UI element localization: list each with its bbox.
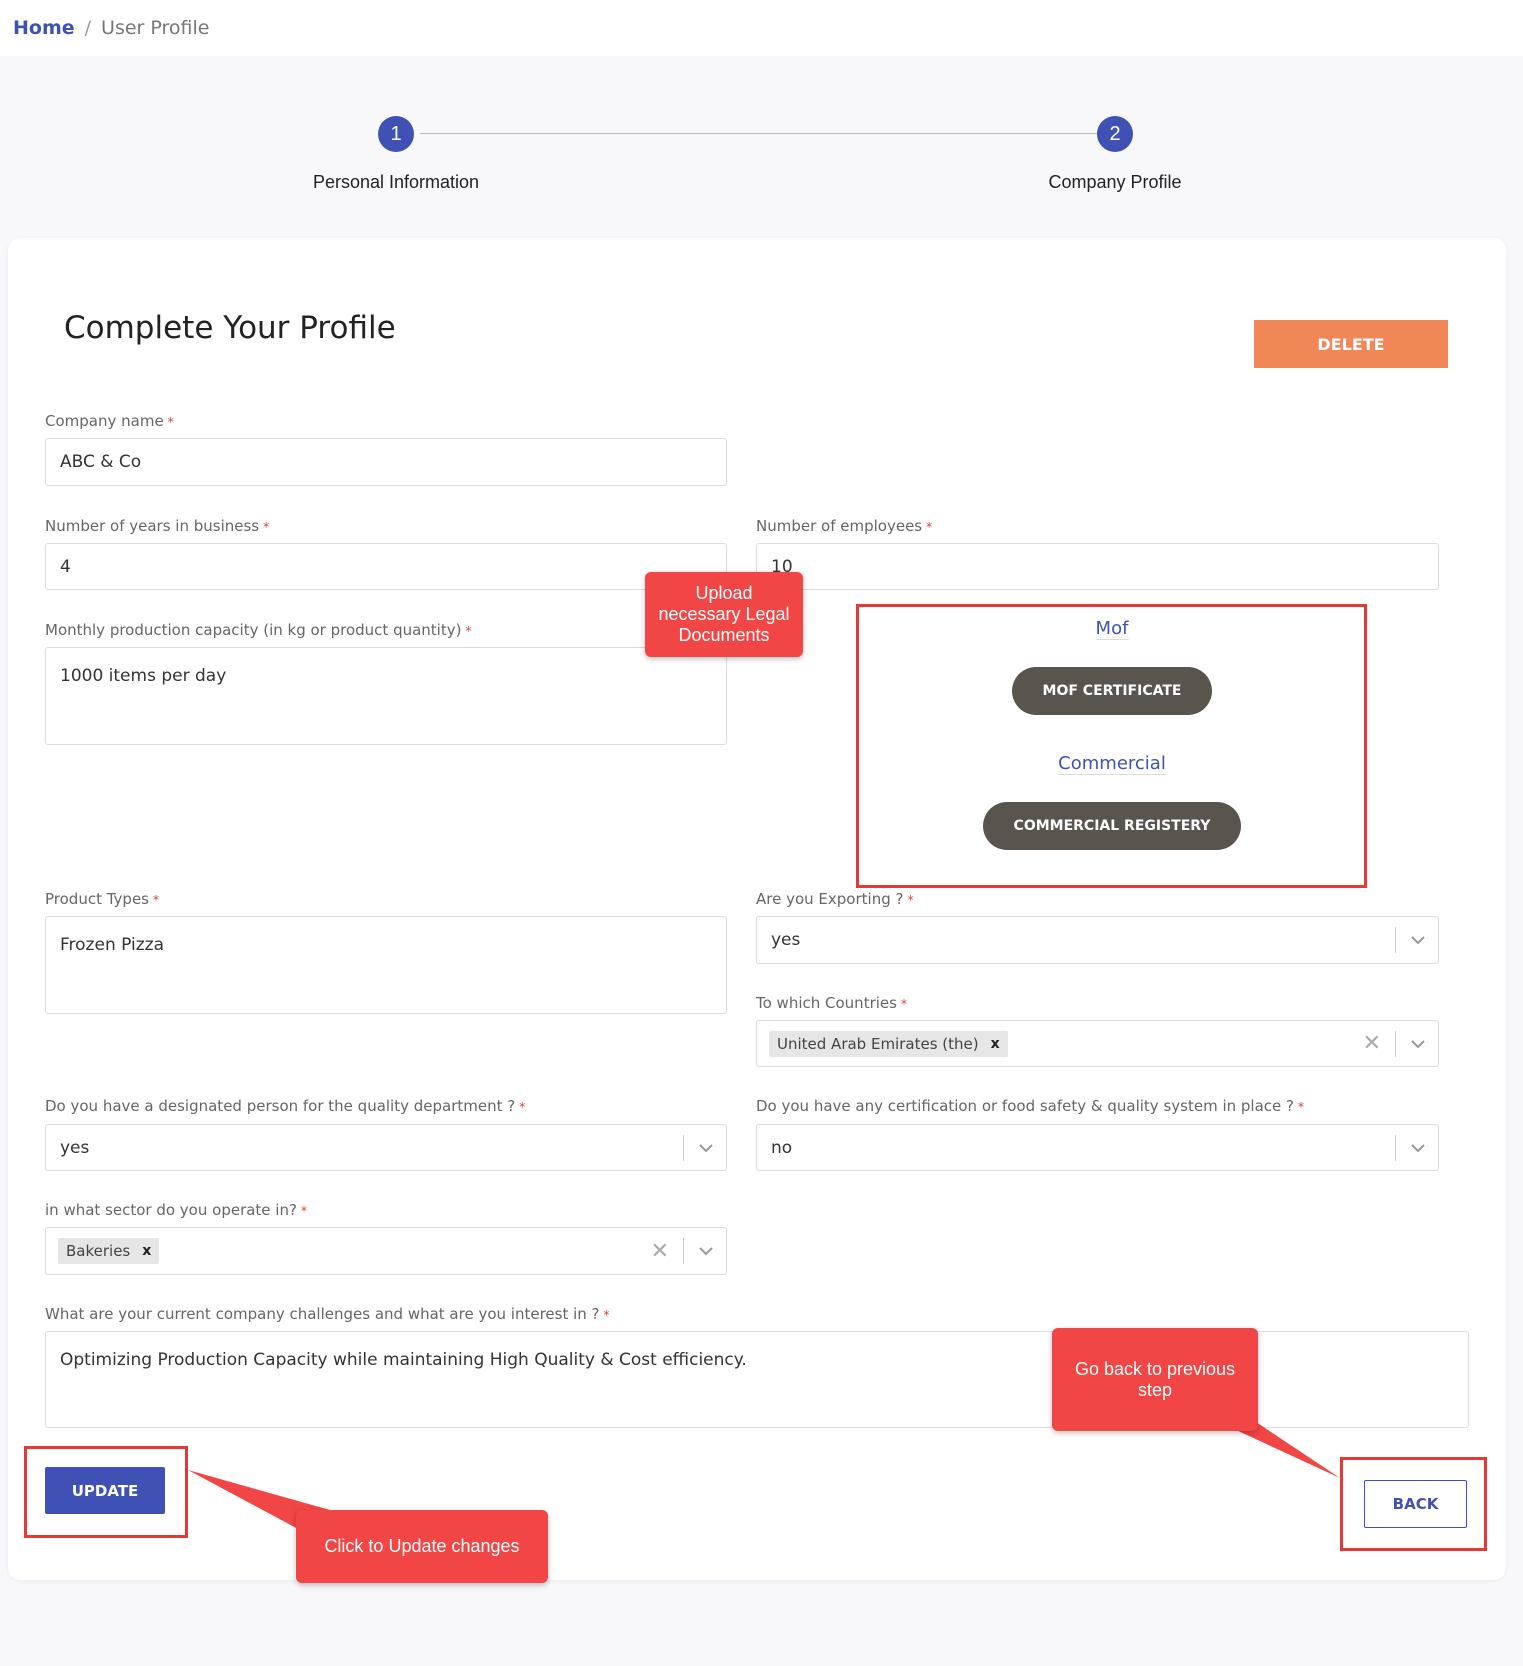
years-in-business-input[interactable]: 4 xyxy=(45,543,727,590)
years-in-business-label: Number of years in business * xyxy=(45,517,269,535)
step-1-label: Personal Information xyxy=(312,172,480,192)
required-mark: * xyxy=(465,624,472,638)
breadcrumb: Home / User Profile xyxy=(13,17,209,39)
certification-label: Do you have any certification or food sa… xyxy=(756,1097,1304,1115)
commercial-registery-button[interactable]: COMMERCIAL REGISTERY xyxy=(983,802,1241,850)
go-back-callout: Go back to previous step xyxy=(1052,1328,1258,1431)
required-mark: * xyxy=(926,520,933,534)
breadcrumb-separator: / xyxy=(84,17,92,39)
company-name-label-text: Company name xyxy=(45,412,164,430)
delete-button[interactable]: DELETE xyxy=(1254,320,1448,368)
capacity-label: Monthly production capacity (in kg or pr… xyxy=(45,621,471,639)
top-bar: Home / User Profile xyxy=(0,0,1523,56)
quality-person-label-text: Do you have a designated person for the … xyxy=(45,1097,516,1115)
product-types-label: Product Types * xyxy=(45,890,159,908)
quality-person-select-value: yes xyxy=(60,1137,90,1158)
commercial-document-link[interactable]: Commercial xyxy=(1058,753,1166,775)
back-button[interactable]: BACK xyxy=(1364,1480,1467,1528)
step-2-label: Company Profile xyxy=(1048,172,1182,192)
employees-label: Number of employees * xyxy=(756,517,932,535)
clear-icon[interactable]: ✕ xyxy=(1363,1031,1381,1056)
exporting-select-value: yes xyxy=(771,930,801,950)
page-title: Complete Your Profile xyxy=(64,310,396,346)
quality-person-select[interactable]: yes xyxy=(45,1124,727,1171)
required-mark: * xyxy=(900,997,907,1011)
product-types-label-text: Product Types xyxy=(45,890,149,908)
sector-chip-label: Bakeries xyxy=(66,1242,131,1260)
chip-remove-icon[interactable]: x xyxy=(991,1036,1000,1052)
sector-label-text: in what sector do you operate in? xyxy=(45,1201,297,1219)
country-chip-label: United Arab Emirates (the) xyxy=(777,1034,979,1053)
challenges-label: What are your current company challenges… xyxy=(45,1305,610,1323)
chip-remove-icon[interactable]: x xyxy=(142,1243,151,1259)
challenges-label-text: What are your current company challenges… xyxy=(45,1305,600,1323)
capacity-textarea[interactable]: 1000 items per day xyxy=(45,647,727,745)
breadcrumb-home-link[interactable]: Home xyxy=(13,17,75,39)
quality-person-label: Do you have a designated person for the … xyxy=(45,1097,525,1115)
sector-label: in what sector do you operate in? * xyxy=(45,1201,307,1219)
required-mark: * xyxy=(1297,1100,1304,1114)
countries-label-text: To which Countries xyxy=(756,994,897,1012)
breadcrumb-current: User Profile xyxy=(101,17,210,39)
step-2-circle[interactable]: 2 xyxy=(1097,116,1133,152)
required-mark: * xyxy=(603,1308,610,1322)
company-name-input[interactable]: ABC & Co xyxy=(45,438,727,486)
countries-label: To which Countries * xyxy=(756,994,907,1012)
exporting-label-text: Are you Exporting ? xyxy=(756,890,904,908)
stepper: 1 Personal Information 2 Company Profile xyxy=(0,100,1523,220)
required-mark: * xyxy=(167,415,174,429)
chevron-down-icon[interactable] xyxy=(1408,1034,1428,1054)
required-mark: * xyxy=(907,893,914,907)
required-mark: * xyxy=(263,520,270,534)
certification-select[interactable]: no xyxy=(756,1124,1439,1171)
employees-label-text: Number of employees xyxy=(756,517,923,535)
exporting-select[interactable]: yes xyxy=(756,916,1439,964)
chevron-down-icon[interactable] xyxy=(696,1241,716,1261)
sector-multiselect[interactable]: Bakeries x ✕ xyxy=(45,1227,727,1275)
chevron-down-icon[interactable] xyxy=(1408,930,1428,950)
chevron-down-icon[interactable] xyxy=(1408,1138,1428,1158)
required-mark: * xyxy=(153,893,159,907)
stepper-connector xyxy=(420,133,1120,134)
capacity-label-text: Monthly production capacity (in kg or pr… xyxy=(45,621,462,639)
step-1-circle[interactable]: 1 xyxy=(378,116,414,152)
chevron-down-icon[interactable] xyxy=(696,1138,716,1158)
exporting-label: Are you Exporting ? * xyxy=(756,890,913,908)
sector-chip: Bakeries x xyxy=(58,1238,160,1264)
mof-document-link[interactable]: Mof xyxy=(1095,618,1129,640)
years-in-business-label-text: Number of years in business xyxy=(45,517,260,535)
employees-input[interactable]: 10 xyxy=(756,543,1439,590)
certification-select-value: no xyxy=(771,1137,793,1158)
certification-label-text: Do you have any certification or food sa… xyxy=(756,1097,1294,1115)
country-chip: United Arab Emirates (the) x xyxy=(769,1030,1008,1057)
countries-multiselect[interactable]: United Arab Emirates (the) x ✕ xyxy=(756,1020,1439,1067)
clear-icon[interactable]: ✕ xyxy=(651,1239,669,1264)
mof-certificate-button[interactable]: MOF CERTIFICATE xyxy=(1012,667,1212,715)
update-button[interactable]: UPDATE xyxy=(45,1467,165,1514)
required-mark: * xyxy=(519,1100,526,1114)
product-types-textarea[interactable]: Frozen Pizza xyxy=(45,916,727,1014)
update-callout: Click to Update changes xyxy=(296,1510,548,1583)
upload-documents-callout: Upload necessary Legal Documents xyxy=(645,572,803,657)
required-mark: * xyxy=(300,1204,307,1218)
company-name-label: Company name * xyxy=(45,412,174,430)
